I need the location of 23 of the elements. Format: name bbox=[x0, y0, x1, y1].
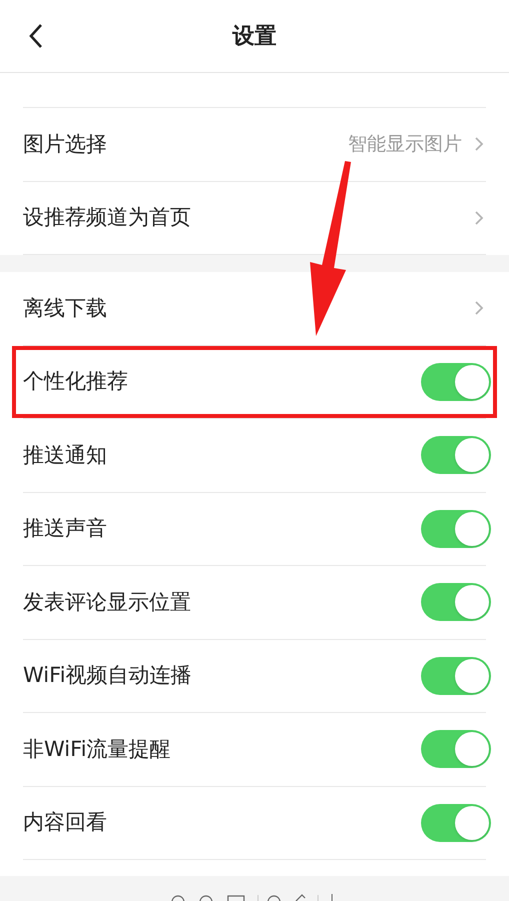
setting-label: WiFi视频自动连播 bbox=[23, 662, 192, 689]
toggle-switch[interactable] bbox=[421, 804, 491, 842]
toggle-switch[interactable] bbox=[421, 656, 491, 695]
chevron-icon[interactable] bbox=[474, 300, 484, 316]
setting-label: 个性化推荐 bbox=[23, 368, 128, 395]
setting-label: 推送声音 bbox=[23, 515, 107, 542]
setting-label: 图片选择 bbox=[23, 130, 107, 158]
chevron-icon[interactable] bbox=[474, 136, 484, 152]
setting-label: 发表评论显示位置 bbox=[23, 588, 191, 616]
setting-label: 离线下载 bbox=[23, 294, 107, 322]
page-title: 设置 bbox=[232, 22, 276, 50]
chevron-icon[interactable] bbox=[474, 210, 484, 226]
setting-label: 推送通知 bbox=[23, 442, 107, 468]
setting-label: 内容回看 bbox=[23, 809, 107, 836]
setting-label: 设推荐频道为首页 bbox=[23, 204, 191, 231]
setting-value: 智能显示图片 bbox=[348, 132, 462, 157]
toggle-switch[interactable] bbox=[421, 583, 491, 622]
toggle-switch[interactable] bbox=[421, 730, 491, 768]
toggle-switch[interactable] bbox=[421, 362, 491, 401]
back-icon[interactable] bbox=[28, 23, 44, 49]
setting-label: 非WiFi流量提醒 bbox=[23, 736, 171, 762]
toggle-switch[interactable] bbox=[421, 436, 491, 474]
toggle-switch[interactable] bbox=[421, 510, 491, 548]
